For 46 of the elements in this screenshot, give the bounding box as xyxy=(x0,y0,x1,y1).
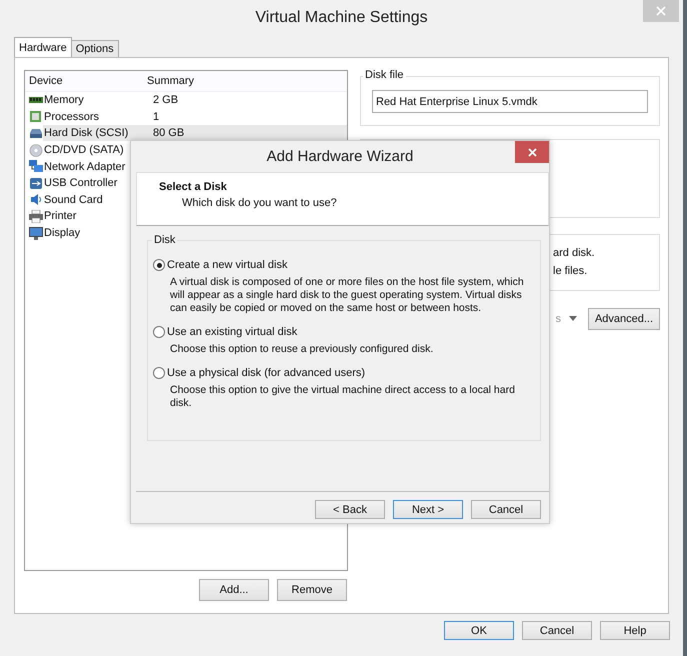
device-name[interactable]: Hard Disk (SCSI) xyxy=(43,125,149,142)
column-header: Summary xyxy=(146,75,196,87)
harddisk-icon xyxy=(29,126,43,140)
option-description: Choose this option to reuse a previously configured disk. xyxy=(169,342,434,356)
cdrom-icon xyxy=(29,144,43,157)
usb-icon xyxy=(29,176,43,190)
device-summary: 2 GB xyxy=(152,93,180,108)
wizard-button[interactable]: Next > xyxy=(393,500,463,519)
sound-icon xyxy=(29,193,43,206)
window-title: Virtual Machine Settings xyxy=(255,9,428,27)
processor-icon xyxy=(29,110,43,124)
tab[interactable]: Options xyxy=(70,40,119,57)
group-legend: Disk xyxy=(152,234,178,246)
wizard-button[interactable]: Cancel xyxy=(471,500,541,519)
column-header: Device xyxy=(28,75,64,87)
dialog-button[interactable]: Help xyxy=(600,621,670,640)
info-text: ard disk. xyxy=(553,247,595,259)
radio-option[interactable]: Use an existing virtual disk xyxy=(153,325,534,339)
dialog-title: Add Hardware Wizard xyxy=(266,148,414,165)
radio-option[interactable]: Create a new virtual disk xyxy=(153,258,534,272)
option-description: A virtual disk is composed of one or more files on the host file system, which will appear as a single hard disk to the guest operating system. Virtual disks can easily be copied or moved on the same host or between hosts. xyxy=(169,275,525,315)
radio-option[interactable]: Use a physical disk (for advanced users) xyxy=(153,366,534,380)
network-icon xyxy=(29,160,43,174)
close-icon xyxy=(656,6,666,16)
step-heading: Select a Disk xyxy=(159,181,228,193)
close-icon xyxy=(528,148,536,156)
info-text: le files. xyxy=(553,265,588,277)
dialog-button[interactable]: Cancel xyxy=(522,621,592,640)
option-description: Choose this option to give the virtual machine direct access to a local hard disk. xyxy=(169,383,516,410)
printer-icon xyxy=(29,210,43,223)
device-name[interactable]: Processors xyxy=(43,108,149,125)
group-legend: Disk file xyxy=(363,69,406,81)
wizard-button[interactable]: < Back xyxy=(315,500,385,519)
disk-file-field[interactable]: Red Hat Enterprise Linux 5.vmdk xyxy=(372,90,648,113)
advanced-button[interactable]: Advanced... xyxy=(588,308,660,330)
tab[interactable]: Hardware xyxy=(14,37,72,57)
device-summary: 1 xyxy=(152,110,160,125)
device-summary: 80 GB xyxy=(149,125,347,142)
list-button[interactable]: Add... xyxy=(199,579,269,601)
step-subheading: Which disk do you want to use? xyxy=(181,197,338,209)
dialog-button[interactable]: OK xyxy=(444,621,514,640)
device-name[interactable]: Memory xyxy=(43,92,149,108)
close-button[interactable] xyxy=(515,141,549,163)
list-button[interactable]: Remove xyxy=(277,579,347,601)
display-icon xyxy=(29,226,43,240)
caret-icon xyxy=(569,316,577,321)
